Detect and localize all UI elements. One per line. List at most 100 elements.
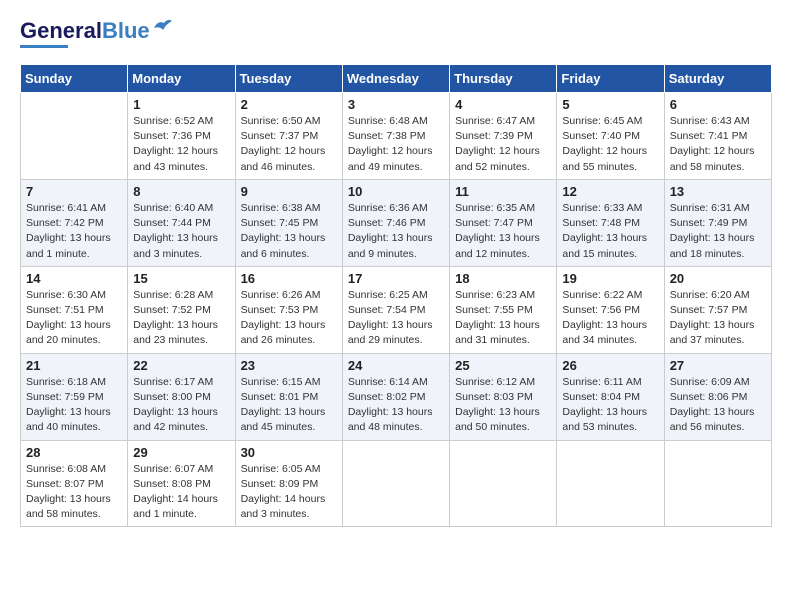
calendar-cell: [21, 93, 128, 180]
logo-text: GeneralBlue: [20, 20, 150, 42]
calendar-cell: 14Sunrise: 6:30 AM Sunset: 7:51 PM Dayli…: [21, 266, 128, 353]
column-header-saturday: Saturday: [664, 65, 771, 93]
calendar-cell: 21 Sunrise: 6:18 AM Sunset: 7:59 PM Dayli…: [21, 353, 128, 440]
calendar-week-row: 1 Sunrise: 6:52 AM Sunset: 7:36 PM Daylig…: [21, 93, 772, 180]
cell-content: Sunrise: 6:45 AM Sunset: 7:40 PM Dayligh…: [562, 114, 658, 175]
calendar-cell: 24Sunrise: 6:14 AM Sunset: 8:02 PM Dayli…: [342, 353, 449, 440]
day-number: 8: [133, 184, 229, 199]
day-number: 2: [241, 97, 337, 112]
day-number: 18: [455, 271, 551, 286]
day-number: 12: [562, 184, 658, 199]
calendar-cell: 12 Sunrise: 6:33 AM Sunset: 7:48 PM Dayli…: [557, 179, 664, 266]
cell-content: Sunrise: 6:38 AM Sunset: 7:45 PM Dayligh…: [241, 201, 337, 262]
calendar-cell: 16 Sunrise: 6:26 AM Sunset: 7:53 PM Dayli…: [235, 266, 342, 353]
logo-underline: [20, 45, 68, 48]
day-number: 21: [26, 358, 122, 373]
day-number: 3: [348, 97, 444, 112]
calendar-cell: [450, 440, 557, 527]
day-number: 19: [562, 271, 658, 286]
day-number: 15: [133, 271, 229, 286]
calendar-cell: 8Sunrise: 6:40 AM Sunset: 7:44 PM Daylig…: [128, 179, 235, 266]
cell-content: Sunrise: 6:48 AM Sunset: 7:38 PM Dayligh…: [348, 114, 444, 175]
cell-content: Sunrise: 6:05 AM Sunset: 8:09 PM Dayligh…: [241, 462, 337, 523]
calendar-cell: 6 Sunrise: 6:43 AM Sunset: 7:41 PM Daylig…: [664, 93, 771, 180]
cell-content: Sunrise: 6:07 AM Sunset: 8:08 PM Dayligh…: [133, 462, 229, 523]
calendar-cell: 22 Sunrise: 6:17 AM Sunset: 8:00 PM Dayli…: [128, 353, 235, 440]
column-header-friday: Friday: [557, 65, 664, 93]
cell-content: Sunrise: 6:31 AM Sunset: 7:49 PM Dayligh…: [670, 201, 766, 262]
calendar-cell: [557, 440, 664, 527]
cell-content: Sunrise: 6:35 AM Sunset: 7:47 PM Dayligh…: [455, 201, 551, 262]
calendar-week-row: 28Sunrise: 6:08 AM Sunset: 8:07 PM Dayli…: [21, 440, 772, 527]
cell-content: Sunrise: 6:26 AM Sunset: 7:53 PM Dayligh…: [241, 288, 337, 349]
calendar-cell: 5 Sunrise: 6:45 AM Sunset: 7:40 PM Daylig…: [557, 93, 664, 180]
cell-content: Sunrise: 6:41 AM Sunset: 7:42 PM Dayligh…: [26, 201, 122, 262]
day-number: 6: [670, 97, 766, 112]
cell-content: Sunrise: 6:25 AM Sunset: 7:54 PM Dayligh…: [348, 288, 444, 349]
calendar-week-row: 7 Sunrise: 6:41 AM Sunset: 7:42 PM Daylig…: [21, 179, 772, 266]
calendar-cell: 7 Sunrise: 6:41 AM Sunset: 7:42 PM Daylig…: [21, 179, 128, 266]
column-header-wednesday: Wednesday: [342, 65, 449, 93]
cell-content: Sunrise: 6:52 AM Sunset: 7:36 PM Dayligh…: [133, 114, 229, 175]
calendar-week-row: 21 Sunrise: 6:18 AM Sunset: 7:59 PM Dayli…: [21, 353, 772, 440]
logo: GeneralBlue: [20, 20, 174, 48]
cell-content: Sunrise: 6:09 AM Sunset: 8:06 PM Dayligh…: [670, 375, 766, 436]
calendar-cell: 23 Sunrise: 6:15 AM Sunset: 8:01 PM Dayli…: [235, 353, 342, 440]
cell-content: Sunrise: 6:20 AM Sunset: 7:57 PM Dayligh…: [670, 288, 766, 349]
day-number: 28: [26, 445, 122, 460]
cell-content: Sunrise: 6:15 AM Sunset: 8:01 PM Dayligh…: [241, 375, 337, 436]
cell-content: Sunrise: 6:28 AM Sunset: 7:52 PM Dayligh…: [133, 288, 229, 349]
cell-content: Sunrise: 6:47 AM Sunset: 7:39 PM Dayligh…: [455, 114, 551, 175]
cell-content: Sunrise: 6:43 AM Sunset: 7:41 PM Dayligh…: [670, 114, 766, 175]
cell-content: Sunrise: 6:11 AM Sunset: 8:04 PM Dayligh…: [562, 375, 658, 436]
calendar-cell: 27 Sunrise: 6:09 AM Sunset: 8:06 PM Dayli…: [664, 353, 771, 440]
cell-content: Sunrise: 6:14 AM Sunset: 8:02 PM Dayligh…: [348, 375, 444, 436]
day-number: 7: [26, 184, 122, 199]
cell-content: Sunrise: 6:50 AM Sunset: 7:37 PM Dayligh…: [241, 114, 337, 175]
calendar-cell: 9 Sunrise: 6:38 AM Sunset: 7:45 PM Daylig…: [235, 179, 342, 266]
calendar-cell: 25 Sunrise: 6:12 AM Sunset: 8:03 PM Dayli…: [450, 353, 557, 440]
day-number: 23: [241, 358, 337, 373]
day-number: 1: [133, 97, 229, 112]
calendar-cell: 30 Sunrise: 6:05 AM Sunset: 8:09 PM Dayli…: [235, 440, 342, 527]
calendar-cell: 19Sunrise: 6:22 AM Sunset: 7:56 PM Dayli…: [557, 266, 664, 353]
calendar-cell: 2 Sunrise: 6:50 AM Sunset: 7:37 PM Daylig…: [235, 93, 342, 180]
day-number: 16: [241, 271, 337, 286]
calendar-week-row: 14Sunrise: 6:30 AM Sunset: 7:51 PM Dayli…: [21, 266, 772, 353]
calendar-cell: 20 Sunrise: 6:20 AM Sunset: 7:57 PM Dayli…: [664, 266, 771, 353]
day-number: 27: [670, 358, 766, 373]
logo-bird-icon: [152, 18, 174, 36]
column-header-tuesday: Tuesday: [235, 65, 342, 93]
day-number: 22: [133, 358, 229, 373]
day-number: 25: [455, 358, 551, 373]
day-number: 5: [562, 97, 658, 112]
cell-content: Sunrise: 6:18 AM Sunset: 7:59 PM Dayligh…: [26, 375, 122, 436]
calendar-cell: 26 Sunrise: 6:11 AM Sunset: 8:04 PM Dayli…: [557, 353, 664, 440]
calendar-cell: 3 Sunrise: 6:48 AM Sunset: 7:38 PM Daylig…: [342, 93, 449, 180]
calendar-cell: 10 Sunrise: 6:36 AM Sunset: 7:46 PM Dayli…: [342, 179, 449, 266]
day-number: 20: [670, 271, 766, 286]
cell-content: Sunrise: 6:30 AM Sunset: 7:51 PM Dayligh…: [26, 288, 122, 349]
day-number: 26: [562, 358, 658, 373]
day-number: 10: [348, 184, 444, 199]
column-header-monday: Monday: [128, 65, 235, 93]
cell-content: Sunrise: 6:36 AM Sunset: 7:46 PM Dayligh…: [348, 201, 444, 262]
calendar-cell: [342, 440, 449, 527]
cell-content: Sunrise: 6:17 AM Sunset: 8:00 PM Dayligh…: [133, 375, 229, 436]
day-number: 9: [241, 184, 337, 199]
calendar-cell: 15 Sunrise: 6:28 AM Sunset: 7:52 PM Dayli…: [128, 266, 235, 353]
calendar-cell: 1 Sunrise: 6:52 AM Sunset: 7:36 PM Daylig…: [128, 93, 235, 180]
page-header: GeneralBlue: [20, 20, 772, 48]
cell-content: Sunrise: 6:12 AM Sunset: 8:03 PM Dayligh…: [455, 375, 551, 436]
column-header-sunday: Sunday: [21, 65, 128, 93]
calendar-header-row: SundayMondayTuesdayWednesdayThursdayFrid…: [21, 65, 772, 93]
calendar-cell: 4Sunrise: 6:47 AM Sunset: 7:39 PM Daylig…: [450, 93, 557, 180]
day-number: 30: [241, 445, 337, 460]
calendar-cell: 29Sunrise: 6:07 AM Sunset: 8:08 PM Dayli…: [128, 440, 235, 527]
calendar-cell: 17 Sunrise: 6:25 AM Sunset: 7:54 PM Dayli…: [342, 266, 449, 353]
cell-content: Sunrise: 6:33 AM Sunset: 7:48 PM Dayligh…: [562, 201, 658, 262]
calendar-cell: 13Sunrise: 6:31 AM Sunset: 7:49 PM Dayli…: [664, 179, 771, 266]
calendar-table: SundayMondayTuesdayWednesdayThursdayFrid…: [20, 64, 772, 527]
day-number: 17: [348, 271, 444, 286]
calendar-cell: 28Sunrise: 6:08 AM Sunset: 8:07 PM Dayli…: [21, 440, 128, 527]
